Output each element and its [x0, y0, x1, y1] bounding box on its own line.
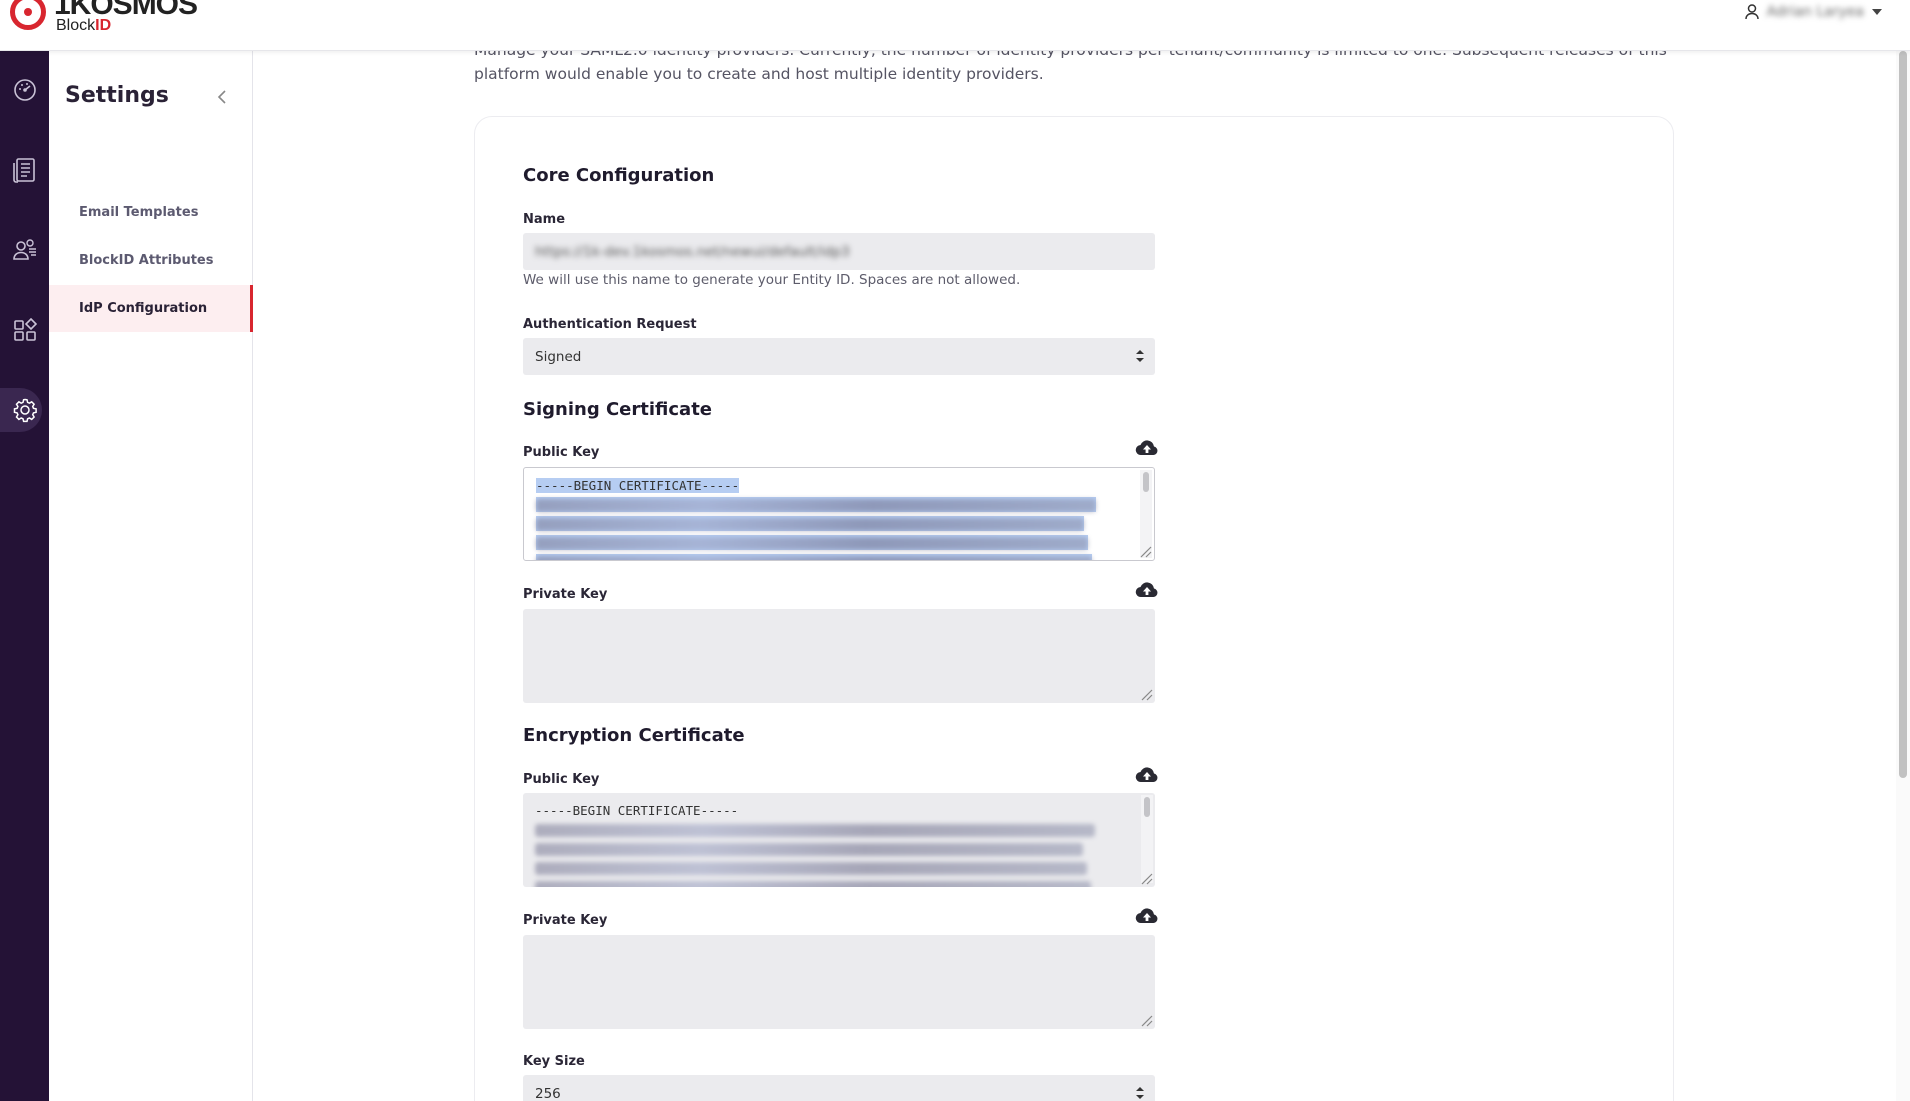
name-input-value: https://1k-dev.1kosmos.net/newui/default…: [535, 243, 850, 260]
collapse-sidebar-button[interactable]: [217, 89, 227, 108]
core-configuration-title: Core Configuration: [523, 165, 715, 186]
idp-config-card: Core Configuration Name https://1k-dev.1…: [474, 116, 1674, 1101]
sidebar-item-blockid-attributes[interactable]: BlockID Attributes: [49, 237, 253, 284]
settings-sidebar: Settings Email Templates BlockID Attribu…: [49, 51, 253, 1101]
authentication-request-select[interactable]: Signed: [523, 338, 1155, 375]
nav-rail: [0, 51, 49, 1101]
sidebar-item-email-templates[interactable]: Email Templates: [49, 189, 253, 236]
key-size-value: 256: [535, 1085, 561, 1101]
encryption-private-key-label: Private Key: [523, 913, 608, 928]
user-menu[interactable]: Adrian Laryea: [1744, 4, 1882, 20]
encryption-public-key-upload[interactable]: [1135, 766, 1159, 788]
resize-handle-icon[interactable]: [1139, 871, 1153, 885]
encryption-public-key-label: Public Key: [523, 772, 600, 787]
nav-dashboard[interactable]: [0, 68, 49, 112]
signing-public-key-first-line: -----BEGIN CERTIFICATE-----: [536, 478, 740, 493]
chevron-left-icon: [217, 90, 226, 104]
upload-cloud-icon: [1135, 908, 1158, 924]
textarea-scrollbar[interactable]: [1141, 795, 1153, 883]
key-size-select[interactable]: 256: [523, 1075, 1155, 1101]
user-name: Adrian Laryea: [1766, 4, 1864, 20]
apps-icon: [13, 318, 37, 341]
page-scrollbar[interactable]: [1896, 51, 1910, 1101]
name-input[interactable]: https://1k-dev.1kosmos.net/newui/default…: [523, 233, 1155, 270]
logs-icon: [12, 158, 35, 183]
nav-users[interactable]: [0, 228, 49, 272]
signing-public-key-textarea[interactable]: -----BEGIN CERTIFICATE-----: [523, 467, 1155, 561]
resize-handle-icon[interactable]: [1139, 1013, 1153, 1027]
chevron-down-icon: [1872, 9, 1882, 15]
resize-handle-icon[interactable]: [1138, 544, 1152, 558]
top-header: 1KOSMOS BlockID Adrian Laryea: [0, 0, 1910, 51]
select-arrows-icon: [1136, 350, 1144, 362]
signing-public-key-upload[interactable]: [1135, 439, 1159, 461]
user-icon: [1744, 4, 1759, 20]
name-label: Name: [523, 212, 566, 227]
sidebar-item-idp-configuration[interactable]: IdP Configuration: [49, 285, 253, 332]
signing-private-key-textarea[interactable]: [523, 609, 1155, 703]
key-size-label: Key Size: [523, 1054, 585, 1069]
encryption-public-key-textarea[interactable]: -----BEGIN CERTIFICATE-----: [523, 793, 1155, 887]
nav-logs[interactable]: [0, 148, 49, 192]
upload-cloud-icon: [1135, 582, 1158, 598]
dashboard-icon: [13, 79, 36, 101]
upload-cloud-icon: [1135, 767, 1158, 783]
resize-handle-icon[interactable]: [1139, 687, 1153, 701]
select-arrows-icon: [1136, 1087, 1144, 1099]
signing-public-key-label: Public Key: [523, 445, 600, 460]
app-logo[interactable]: 1KOSMOS BlockID: [10, 0, 198, 34]
name-hint: We will use this name to generate your E…: [523, 272, 1021, 288]
encryption-certificate-title: Encryption Certificate: [523, 725, 745, 746]
encryption-private-key-upload[interactable]: [1135, 907, 1159, 929]
authentication-request-label: Authentication Request: [523, 317, 697, 332]
signing-certificate-title: Signing Certificate: [523, 399, 713, 420]
logo-mark-icon: [10, 0, 46, 30]
signing-private-key-label: Private Key: [523, 587, 608, 602]
encryption-public-key-first-line: -----BEGIN CERTIFICATE-----: [535, 803, 739, 818]
users-icon: [12, 239, 36, 260]
settings-icon: [13, 398, 37, 423]
authentication-request-value: Signed: [535, 348, 582, 365]
sidebar-title: Settings: [65, 83, 169, 108]
encryption-private-key-textarea[interactable]: [523, 935, 1155, 1029]
page-scrollbar-thumb[interactable]: [1899, 51, 1907, 778]
signing-private-key-upload[interactable]: [1135, 581, 1159, 603]
nav-settings[interactable]: [0, 388, 49, 432]
upload-cloud-icon: [1135, 440, 1158, 456]
nav-apps[interactable]: [0, 308, 49, 352]
